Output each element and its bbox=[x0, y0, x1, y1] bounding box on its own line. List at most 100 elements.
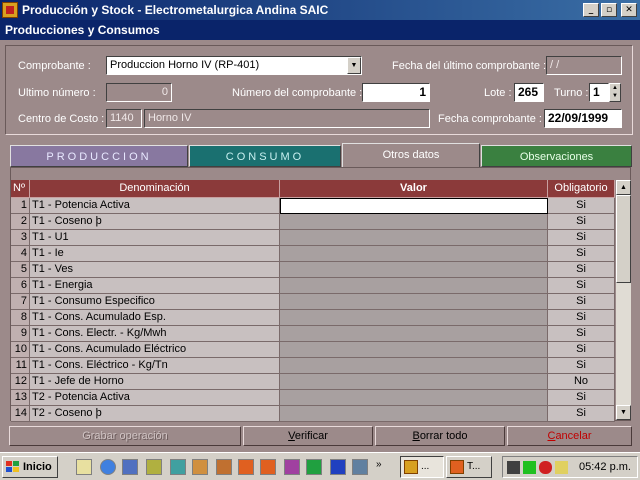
app-task-icon bbox=[450, 460, 464, 474]
data-grid: Nº Denominación Valor Obligatorio 1 T1 - … bbox=[11, 180, 615, 422]
quicklaunch-network-icon[interactable] bbox=[122, 459, 138, 475]
centro-costo-name: Horno IV bbox=[144, 109, 430, 128]
valor-input[interactable] bbox=[280, 390, 548, 406]
quicklaunch-excel-icon[interactable] bbox=[306, 459, 322, 475]
taskbar-item-1[interactable]: ... bbox=[400, 456, 444, 478]
form-title: Producciones y Consumos bbox=[0, 20, 640, 40]
taskbar: Inicio » ... T... 05:42 p.m. bbox=[0, 452, 640, 480]
valor-input[interactable] bbox=[280, 406, 548, 422]
table-row[interactable]: 1 T1 - Potencia Activa Si bbox=[11, 198, 615, 214]
table-row[interactable]: 10 T1 - Cons. Acumulado Eléctrico Si bbox=[11, 342, 615, 358]
valor-input[interactable] bbox=[280, 374, 548, 390]
table-row[interactable]: 2 T1 - Coseno þ Si bbox=[11, 214, 615, 230]
tab-otros-datos[interactable]: Otros datos bbox=[342, 143, 480, 167]
quicklaunch-edit-icon[interactable] bbox=[76, 459, 92, 475]
valor-input[interactable] bbox=[280, 246, 548, 262]
quicklaunch-app1-icon[interactable] bbox=[170, 459, 186, 475]
app-icon bbox=[2, 2, 18, 18]
table-row[interactable]: 13 T2 - Potencia Activa Si bbox=[11, 390, 615, 406]
quicklaunch-clock-icon[interactable] bbox=[146, 459, 162, 475]
taskbar-item-2-label: T... bbox=[467, 461, 481, 472]
table-row[interactable]: 6 T1 - Energia Si bbox=[11, 278, 615, 294]
table-row[interactable]: 8 T1 - Cons. Acumulado Esp. Si bbox=[11, 310, 615, 326]
lote-input[interactable]: 265 bbox=[514, 83, 544, 102]
quicklaunch-ie-icon[interactable] bbox=[100, 459, 116, 475]
valor-input[interactable] bbox=[280, 198, 548, 214]
quicklaunch-app5-icon[interactable] bbox=[352, 459, 368, 475]
borrar-button[interactable]: Borrar todo bbox=[375, 426, 505, 446]
cancelar-label: Cancelar bbox=[547, 430, 592, 442]
table-row[interactable]: 12 T1 - Jefe de Horno No bbox=[11, 374, 615, 390]
obligatorio-cell: Si bbox=[548, 310, 615, 326]
table-row[interactable]: 14 T2 - Coseno þ Si bbox=[11, 406, 615, 422]
grabar-label: Grabar operación bbox=[82, 430, 168, 442]
denominacion-cell: T2 - Potencia Activa bbox=[30, 390, 280, 406]
grabar-button[interactable]: Grabar operación bbox=[9, 426, 241, 446]
valor-input[interactable] bbox=[280, 358, 548, 374]
verificar-button[interactable]: Verificar bbox=[243, 426, 373, 446]
windows-logo-icon bbox=[6, 461, 20, 473]
start-button[interactable]: Inicio bbox=[2, 456, 58, 478]
table-row[interactable]: 11 T1 - Cons. Eléctrico - Kg/Tn Si bbox=[11, 358, 615, 374]
table-row[interactable]: 5 T1 - Ves Si bbox=[11, 262, 615, 278]
scroll-down-icon[interactable]: ▼ bbox=[616, 405, 631, 420]
tab-observaciones[interactable]: Observaciones bbox=[481, 145, 632, 167]
window-titlebar[interactable]: Producción y Stock - Electrometalurgica … bbox=[0, 0, 640, 20]
vertical-scrollbar[interactable]: ▲ ▼ bbox=[616, 180, 631, 420]
quicklaunch-app2-icon[interactable] bbox=[192, 459, 208, 475]
fecha-comprobante-input[interactable]: 22/09/1999 bbox=[544, 109, 622, 128]
tray-printer-icon[interactable] bbox=[507, 461, 520, 474]
table-row[interactable]: 7 T1 - Consumo Especifico Si bbox=[11, 294, 615, 310]
table-row[interactable]: 4 T1 - Ie Si bbox=[11, 246, 615, 262]
quicklaunch-app3-icon[interactable] bbox=[216, 459, 232, 475]
valor-input[interactable] bbox=[280, 278, 548, 294]
app-task-icon bbox=[404, 460, 418, 474]
table-row[interactable]: 3 T1 - U1 Si bbox=[11, 230, 615, 246]
valor-input[interactable] bbox=[280, 230, 548, 246]
quicklaunch-fox1-icon[interactable] bbox=[238, 459, 254, 475]
chevron-down-icon[interactable]: ▼ bbox=[347, 57, 361, 74]
obligatorio-cell: Si bbox=[548, 246, 615, 262]
valor-input[interactable] bbox=[280, 342, 548, 358]
turno-input[interactable]: 1 bbox=[589, 83, 609, 102]
valor-input[interactable] bbox=[280, 214, 548, 230]
denominacion-cell: T1 - Consumo Especifico bbox=[30, 294, 280, 310]
grid-body: 1 T1 - Potencia Activa Si 2 T1 - Coseno þ Si 3… bbox=[11, 198, 615, 422]
quicklaunch-word-icon[interactable] bbox=[330, 459, 346, 475]
valor-input[interactable] bbox=[280, 294, 548, 310]
row-number: 10 bbox=[11, 342, 30, 358]
obligatorio-cell: Si bbox=[548, 198, 615, 214]
denominacion-cell: T1 - U1 bbox=[30, 230, 280, 246]
maximize-button[interactable]: ▫ bbox=[601, 3, 617, 17]
tray-app-icon[interactable] bbox=[555, 461, 568, 474]
quicklaunch-app4-icon[interactable] bbox=[284, 459, 300, 475]
tab-strip: PRODUCCION CONSUMO Otros datos Observaci… bbox=[10, 143, 632, 167]
tray-network-icon[interactable] bbox=[523, 461, 536, 474]
scroll-up-icon[interactable]: ▲ bbox=[616, 180, 631, 195]
obligatorio-cell: Si bbox=[548, 230, 615, 246]
tab-produccion[interactable]: PRODUCCION bbox=[10, 145, 188, 167]
numero-comprobante-input[interactable]: 1 bbox=[362, 83, 430, 102]
comprobante-select[interactable]: Produccion Horno IV (RP-401) ▼ bbox=[106, 56, 362, 75]
fecha-ultimo-field: / / bbox=[546, 56, 622, 75]
table-row[interactable]: 9 T1 - Cons. Electr. - Kg/Mwh Si bbox=[11, 326, 615, 342]
tray-stop-icon[interactable] bbox=[539, 461, 552, 474]
row-number: 13 bbox=[11, 390, 30, 406]
cancelar-button[interactable]: Cancelar bbox=[507, 426, 632, 446]
centro-costo-code: 1140 bbox=[106, 109, 142, 128]
tab-consumo[interactable]: CONSUMO bbox=[189, 145, 341, 167]
valor-input[interactable] bbox=[280, 262, 548, 278]
turno-label: Turno : bbox=[554, 87, 589, 99]
close-button[interactable]: ✕ bbox=[621, 3, 637, 17]
scroll-thumb[interactable] bbox=[616, 195, 631, 283]
quicklaunch-fox2-icon[interactable] bbox=[260, 459, 276, 475]
comprobante-value: Produccion Horno IV (RP-401) bbox=[110, 59, 260, 71]
denominacion-cell: T1 - Cons. Eléctrico - Kg/Tn bbox=[30, 358, 280, 374]
minimize-button[interactable]: _ bbox=[583, 3, 599, 17]
obligatorio-cell: Si bbox=[548, 294, 615, 310]
taskbar-item-2[interactable]: T... bbox=[446, 456, 492, 478]
valor-input[interactable] bbox=[280, 326, 548, 342]
valor-input[interactable] bbox=[280, 310, 548, 326]
chevron-more-icon[interactable]: » bbox=[376, 459, 382, 470]
turno-stepper[interactable]: ▲ ▼ bbox=[609, 83, 621, 102]
